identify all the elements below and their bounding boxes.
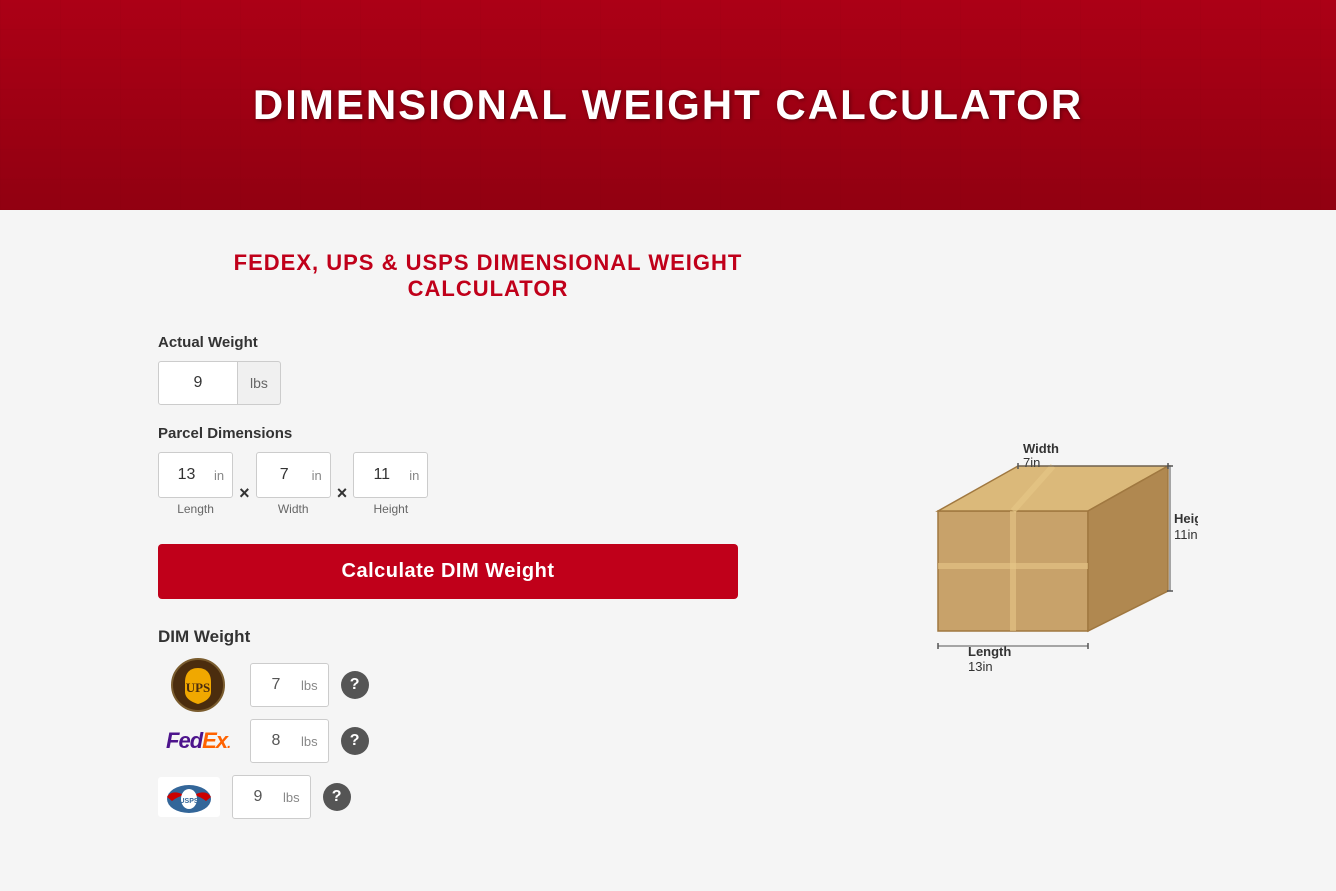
actual-weight-unit: lbs [238,361,281,405]
length-group: in Length [158,452,233,516]
length-label: Length [177,502,214,516]
dim-weight-title: DIM Weight [158,627,818,647]
box-diagram-panel: Width 7in Height 11in Length 13in [878,250,1198,831]
parcel-dimensions-label: Parcel Dimensions [158,425,818,442]
actual-weight-label: Actual Weight [158,334,818,351]
fedex-result-box: 8 lbs [250,719,329,763]
height-input[interactable] [354,453,409,497]
hero-title: DIMENSIONAL WEIGHT CALCULATOR [253,81,1083,129]
usps-result-unit: lbs [283,790,310,805]
width-label-text: Width [1023,441,1059,456]
box-diagram-svg: Width 7in Height 11in Length 13in [878,381,1198,701]
width-unit: in [312,468,330,483]
svg-text:UPS: UPS [186,680,211,695]
svg-text:USPS: USPS [179,798,198,805]
parcel-dimensions-row: in Length × in Width × in Heigh [158,452,818,516]
ups-help-icon[interactable]: ? [341,671,369,699]
height-label: Height [374,502,409,516]
actual-weight-input[interactable] [158,361,238,405]
ups-result-value: 7 [251,676,301,694]
usps-row: USPS 9 lbs ? [158,775,818,819]
ups-logo: UPS [158,663,238,707]
ups-row: UPS 7 lbs ? [158,663,818,707]
usps-logo: USPS [158,775,220,819]
ups-result-unit: lbs [301,678,328,693]
width-input-wrap: in [256,452,331,498]
hero-section: DIMENSIONAL WEIGHT CALCULATOR [0,0,1336,210]
ups-logo-svg: UPS [171,658,225,712]
multiply-sign-1: × [233,483,256,516]
width-input[interactable] [257,453,312,497]
usps-help-icon[interactable]: ? [323,783,351,811]
fedex-row: FedEx. 8 lbs ? [158,719,818,763]
section-title: FEDEX, UPS & USPS DIMENSIONAL WEIGHT CAL… [158,250,818,302]
usps-result-box: 9 lbs [232,775,311,819]
width-group: in Width [256,452,331,516]
length-input-wrap: in [158,452,233,498]
length-input[interactable] [159,453,214,497]
multiply-sign-2: × [331,483,354,516]
fedex-logo: FedEx. [158,719,238,763]
fedex-result-unit: lbs [301,734,328,749]
usps-result-value: 9 [233,788,283,806]
height-group: in Height [353,452,428,516]
main-content: FEDEX, UPS & USPS DIMENSIONAL WEIGHT CAL… [118,210,1218,891]
width-label: Width [278,502,309,516]
width-val-text: 7in [1023,455,1040,470]
height-unit: in [409,468,427,483]
usps-logo-svg: USPS [158,777,220,817]
height-val-text: 11in [1174,527,1198,542]
length-val-text: 13in [968,659,993,674]
fedex-help-icon[interactable]: ? [341,727,369,755]
fedex-logo-text: FedEx. [166,728,230,754]
length-unit: in [214,468,232,483]
calculator-panel: FEDEX, UPS & USPS DIMENSIONAL WEIGHT CAL… [158,250,818,831]
height-label-text: Height [1174,511,1198,526]
fedex-result-value: 8 [251,732,301,750]
calculate-dim-weight-button[interactable]: Calculate DIM Weight [158,544,738,599]
ups-result-box: 7 lbs [250,663,329,707]
height-input-wrap: in [353,452,428,498]
actual-weight-row: lbs [158,361,818,405]
